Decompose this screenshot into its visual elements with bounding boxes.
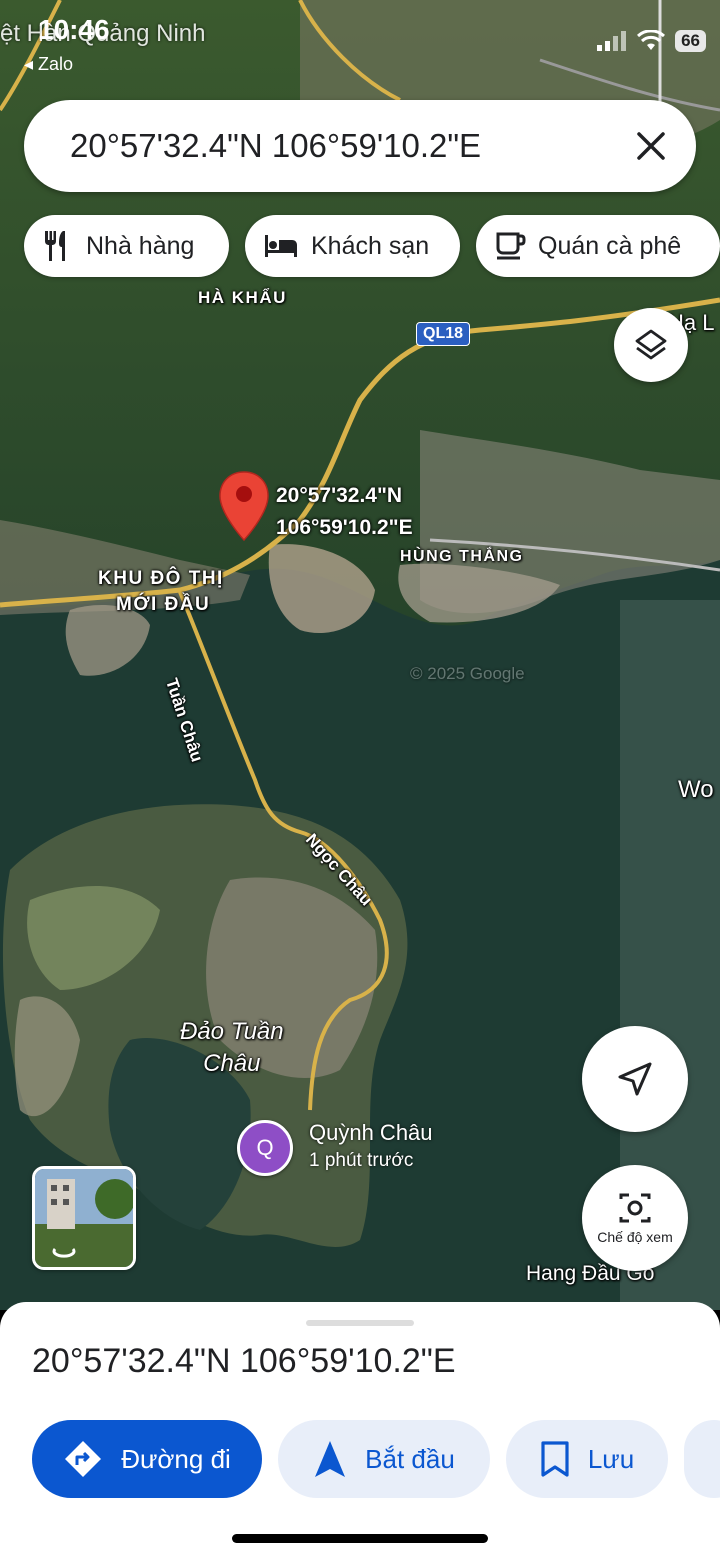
map-label-dao-tuan-chau: Đảo Tuần Châu	[180, 1018, 284, 1077]
layers-button[interactable]	[614, 308, 688, 382]
map-copyright: © 2025 Google	[410, 664, 525, 683]
category-chips: Nhà hàng Khách sạn Quán cà phê	[24, 215, 720, 277]
map-label-khu-do-thi: KHU ĐÔ THỊ	[98, 568, 224, 589]
camera-icon	[619, 1193, 651, 1223]
directions-icon	[65, 1441, 102, 1477]
my-location-button[interactable]	[582, 1026, 688, 1132]
save-button[interactable]: Lưu	[506, 1420, 668, 1498]
status-icons: 66	[597, 30, 706, 52]
layers-icon	[635, 329, 667, 360]
coffee-icon	[496, 232, 526, 260]
navigation-arrow-icon	[618, 1062, 652, 1096]
highway-shield: QL18	[416, 322, 471, 346]
place-title-coordinates: 20°57'32.4"N 106°59'10.2"E	[32, 1342, 456, 1380]
place-bottom-sheet[interactable]: 20°57'32.4"N 106°59'10.2"E Đường đi Bắt …	[0, 1302, 720, 1559]
view-mode-label: Chế độ xem	[597, 1229, 673, 1245]
status-bar: 10:46 ◂ Zalo 66	[0, 0, 720, 90]
battery-indicator: 66	[675, 30, 706, 52]
start-button[interactable]: Bắt đầu	[278, 1420, 490, 1498]
close-icon	[637, 132, 665, 160]
friend-avatar[interactable]: Q	[237, 1120, 293, 1176]
chip-restaurants[interactable]: Nhà hàng	[24, 215, 229, 277]
restaurant-icon	[45, 231, 65, 261]
pin-coordinates-label: 20°57'32.4"N 106°59'10.2"E	[276, 484, 413, 539]
drag-handle[interactable]	[306, 1320, 414, 1326]
action-buttons: Đường đi Bắt đầu Lưu	[32, 1420, 720, 1498]
search-query[interactable]: 20°57'32.4"N 106°59'10.2"E	[70, 127, 606, 165]
map-label-ha-khau: HÀ KHẨU	[198, 288, 287, 307]
more-actions-button[interactable]	[684, 1420, 720, 1498]
location-pin-icon[interactable]	[218, 470, 270, 542]
directions-button[interactable]: Đường đi	[32, 1420, 262, 1498]
navigation-arrow-icon	[315, 1441, 346, 1477]
chip-hotels[interactable]: Khách sạn	[245, 215, 460, 277]
chip-coffee[interactable]: Quán cà phê	[476, 215, 720, 277]
street-view-image	[35, 1169, 133, 1267]
hotel-icon	[265, 235, 297, 257]
map-label-hung-thang: HÙNG THẮNG	[400, 548, 524, 565]
search-bar[interactable]: 20°57'32.4"N 106°59'10.2"E	[24, 100, 696, 192]
map-label-moi-dau: MỚI ĐẦU	[116, 594, 211, 615]
view-mode-button[interactable]: Chế độ xem	[582, 1165, 688, 1271]
close-button[interactable]	[606, 100, 696, 192]
street-view-thumbnail[interactable]	[32, 1166, 136, 1270]
bookmark-icon	[541, 1441, 569, 1477]
map-label-wo: Wo	[678, 776, 714, 803]
signal-icon	[597, 31, 627, 51]
friend-location-label: Quỳnh Châu 1 phút trước	[309, 1120, 433, 1171]
wifi-icon	[637, 30, 666, 50]
home-indicator	[232, 1534, 488, 1543]
back-to-app-link[interactable]: ◂ Zalo	[24, 54, 73, 75]
status-time: 10:46	[38, 14, 110, 45]
